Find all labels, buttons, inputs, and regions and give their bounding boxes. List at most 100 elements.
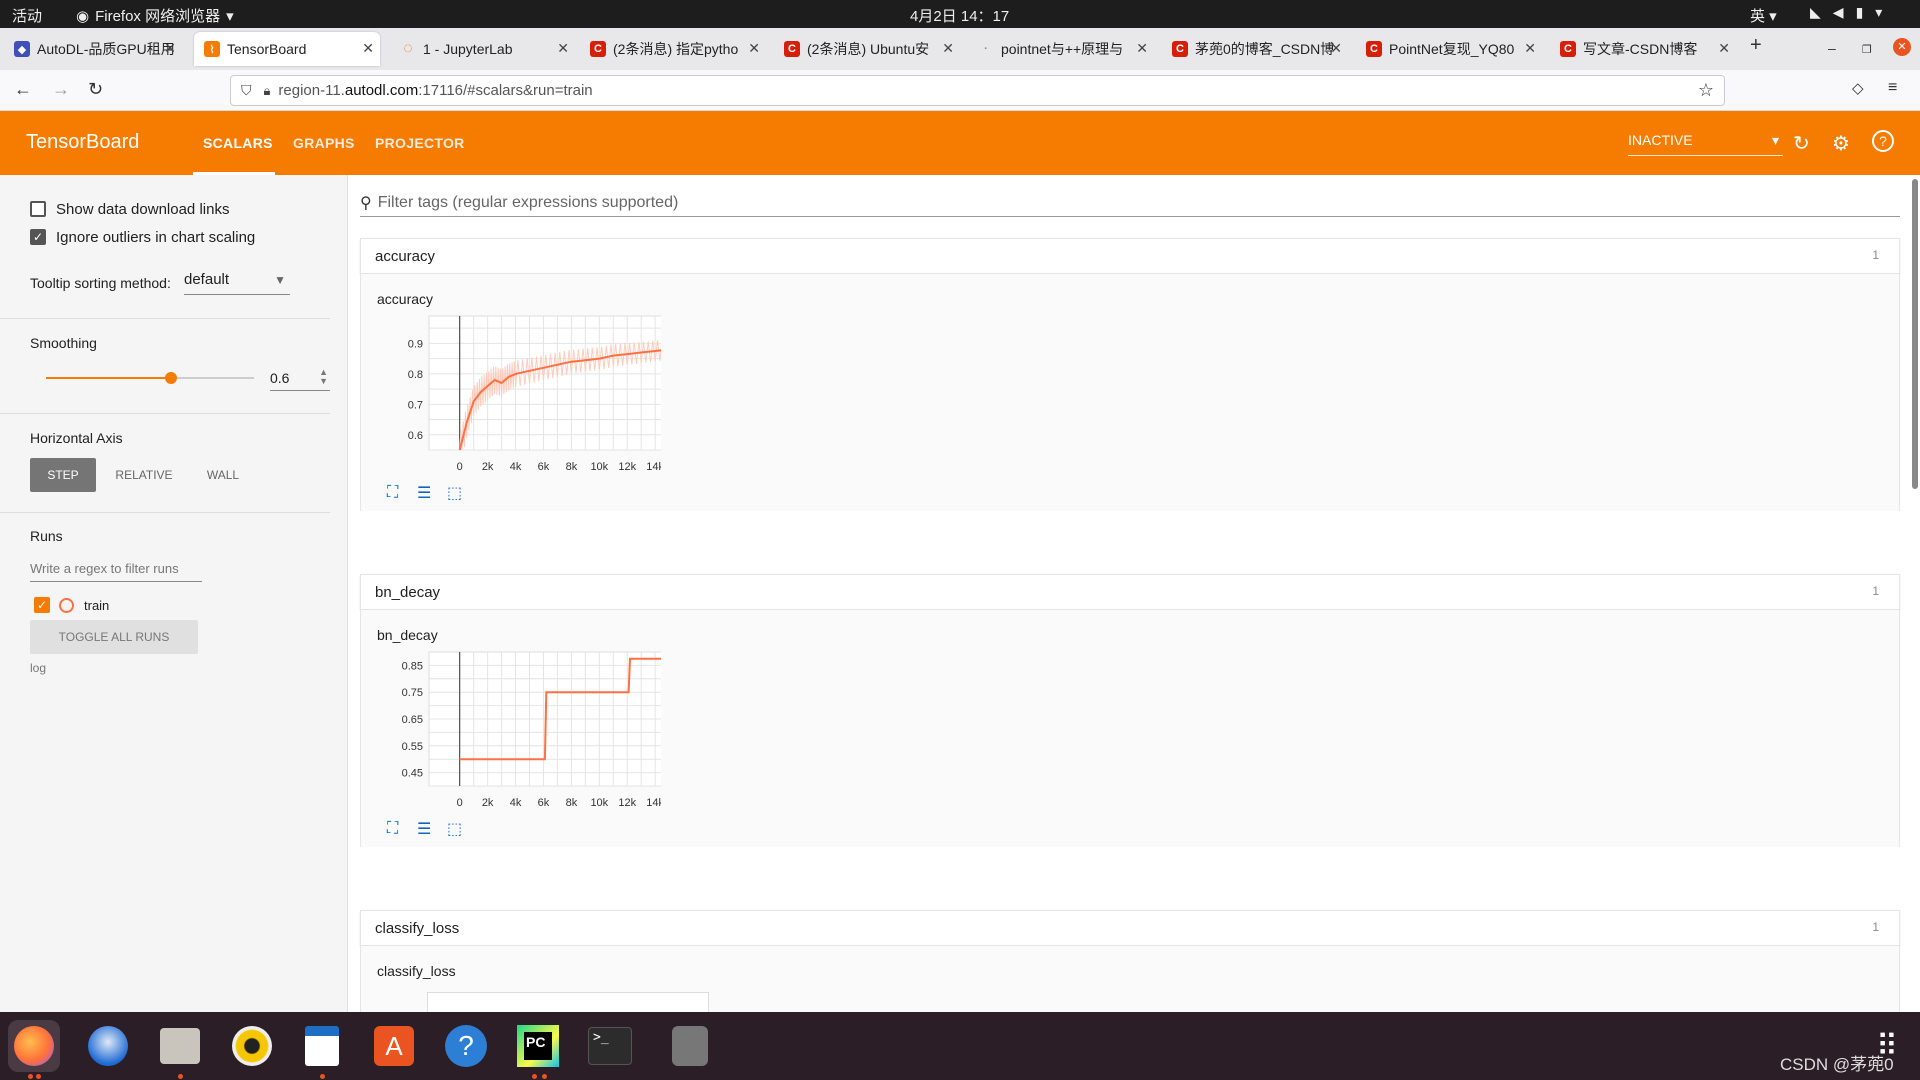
activities-button[interactable]: 活动 bbox=[12, 5, 42, 26]
help-icon[interactable]: ? bbox=[1872, 130, 1894, 152]
thunderbird-icon[interactable] bbox=[82, 1020, 134, 1072]
axis-wall-button[interactable]: WALL bbox=[190, 458, 256, 492]
gear-icon[interactable]: ⚙ bbox=[1832, 131, 1850, 156]
smoothing-slider[interactable] bbox=[46, 372, 254, 384]
window-close-button[interactable]: ✕ bbox=[1893, 38, 1911, 56]
close-icon[interactable]: ✕ bbox=[1524, 40, 1536, 57]
tab-csdn-3[interactable]: C 茅蔸0的博客_CSDN博 ✕ bbox=[1162, 32, 1348, 66]
accuracy-chart[interactable]: 02k4k6k8k10k12k14k16k0.60.70.80.9 bbox=[371, 310, 661, 480]
runs-filter-input[interactable]: Write a regex to filter runs bbox=[30, 558, 202, 582]
tab-csdn-4[interactable]: C PointNet复现_YQ80 ✕ bbox=[1356, 32, 1542, 66]
run-color-swatch[interactable] bbox=[59, 598, 74, 613]
maximize-button[interactable]: ❐ bbox=[1862, 43, 1872, 56]
smoothing-input[interactable]: 0.6 ▲ ▼ bbox=[270, 367, 330, 391]
close-icon[interactable]: ✕ bbox=[557, 40, 569, 57]
run-train-checkbox[interactable]: ✓ bbox=[34, 597, 50, 613]
bookmark-star-icon[interactable]: ☆ bbox=[1698, 80, 1714, 101]
category-header-classify-loss[interactable]: classify_loss 1 bbox=[360, 910, 1900, 946]
classify-loss-chart[interactable] bbox=[427, 992, 709, 1012]
tab-scalars[interactable]: SCALARS bbox=[203, 135, 273, 151]
scrollbar[interactable] bbox=[1912, 179, 1918, 489]
files-icon[interactable] bbox=[154, 1020, 206, 1072]
category-count: 1 bbox=[1872, 920, 1879, 934]
jupyter-icon: ◌ bbox=[403, 40, 413, 57]
axis-step-button[interactable]: STEP bbox=[30, 458, 96, 492]
show-download-checkbox[interactable] bbox=[30, 201, 46, 217]
firefox-icon[interactable] bbox=[8, 1020, 60, 1072]
running-indicator bbox=[320, 1074, 325, 1079]
toggle-log-icon[interactable]: ☰ bbox=[417, 483, 431, 503]
bn-decay-chart[interactable]: 02k4k6k8k10k12k14k16k0.450.550.650.750.8… bbox=[371, 646, 661, 816]
rhythmbox-icon[interactable] bbox=[226, 1020, 278, 1072]
forward-icon[interactable]: → bbox=[52, 79, 70, 100]
fullscreen-icon[interactable]: ⛶ bbox=[387, 820, 398, 838]
reload-icon[interactable]: ↻ bbox=[88, 79, 103, 100]
close-icon[interactable]: ✕ bbox=[1330, 40, 1342, 57]
tooltip-sorting-select[interactable]: default ▼ bbox=[184, 271, 290, 295]
divider bbox=[0, 512, 330, 513]
menu-icon[interactable]: ≡ bbox=[1888, 79, 1897, 97]
running-indicator bbox=[28, 1074, 33, 1079]
y-tick-label: 0.45 bbox=[402, 768, 423, 780]
chevron-down-icon: ▾ bbox=[226, 7, 234, 25]
url-bar[interactable]: ⛉ 🔒︎ region-11.autodl.com:17116/#scalars… bbox=[230, 75, 1725, 106]
smoothing-slider-fill bbox=[46, 377, 171, 379]
fullscreen-icon[interactable]: ⛶ bbox=[387, 484, 398, 502]
tab-jupyterlab[interactable]: ◌ 1 - JupyterLab ✕ bbox=[390, 32, 575, 66]
tab-pointnet[interactable]: · pointnet与++原理与 ✕ bbox=[968, 32, 1154, 66]
tab-label: pointnet与++原理与 bbox=[1001, 41, 1124, 57]
help-icon[interactable]: ? bbox=[440, 1020, 492, 1072]
clock[interactable]: 4月2日 14：17 bbox=[910, 5, 1009, 26]
tooltip-sorting-value: default bbox=[184, 271, 230, 288]
battery-icon: ▮ bbox=[1855, 4, 1864, 20]
system-tray[interactable]: ◣ ◀ ▮ ▾ bbox=[1810, 4, 1882, 21]
software-center-icon[interactable]: A bbox=[368, 1020, 420, 1072]
smoothing-slider-knob[interactable] bbox=[164, 372, 177, 384]
tab-graphs[interactable]: GRAPHS bbox=[293, 135, 355, 151]
refresh-icon[interactable]: ↻ bbox=[1793, 131, 1810, 156]
tab-csdn-1[interactable]: C (2条消息) 指定pytho ✕ bbox=[580, 32, 766, 66]
category-header-bn-decay[interactable]: bn_decay 1 bbox=[360, 574, 1900, 610]
tab-projector[interactable]: PROJECTOR bbox=[375, 135, 465, 151]
tab-autodl[interactable]: ◆ AutoDL-品质GPU租用 ✕ bbox=[4, 32, 182, 66]
minimize-button[interactable]: – bbox=[1828, 40, 1836, 56]
category-header-accuracy[interactable]: accuracy 1 bbox=[360, 238, 1900, 274]
toggle-log-icon[interactable]: ☰ bbox=[417, 819, 431, 839]
running-indicator bbox=[178, 1074, 183, 1079]
ignore-outliers-checkbox[interactable]: ✓ bbox=[30, 229, 46, 245]
inactive-plugins-dropdown[interactable]: INACTIVE ▾ bbox=[1628, 132, 1783, 156]
csdn-icon: C bbox=[1366, 41, 1382, 57]
browser-nav-bar: ← → ↻ ⛉ 🔒︎ region-11.autodl.com:17116/#s… bbox=[0, 70, 1920, 111]
tag-filter-input[interactable]: ⚲ Filter tags (regular expressions suppo… bbox=[360, 189, 1900, 217]
toggle-all-runs-button[interactable]: TOGGLE ALL RUNS bbox=[30, 620, 198, 654]
terminal-icon[interactable]: >_ bbox=[584, 1020, 636, 1072]
tab-tensorboard[interactable]: ⌇ TensorBoard ✕ bbox=[194, 32, 380, 66]
new-tab-button[interactable]: + bbox=[1750, 34, 1762, 57]
firefox-icon: ◉ bbox=[76, 7, 90, 25]
close-icon[interactable]: ✕ bbox=[1718, 40, 1730, 57]
tab-csdn-5[interactable]: C 写文章-CSDN博客 ✕ bbox=[1550, 32, 1736, 66]
close-icon[interactable]: ✕ bbox=[164, 40, 176, 57]
disc-icon[interactable] bbox=[664, 1020, 716, 1072]
x-tick-label: 12k bbox=[618, 797, 636, 809]
back-icon[interactable]: ← bbox=[14, 79, 32, 100]
chevron-down-icon: ▾ bbox=[1875, 4, 1883, 20]
pycharm-icon[interactable]: PC bbox=[512, 1020, 564, 1072]
axis-relative-button[interactable]: RELATIVE bbox=[104, 458, 184, 492]
category-name: classify_loss bbox=[375, 920, 460, 937]
fit-domain-icon[interactable]: ⬚ bbox=[447, 819, 462, 839]
stepper-icon[interactable]: ▲ ▼ bbox=[319, 368, 328, 386]
close-icon[interactable]: ✕ bbox=[362, 40, 374, 57]
libreoffice-writer-icon[interactable] bbox=[296, 1020, 348, 1072]
tab-csdn-2[interactable]: C (2条消息) Ubuntu安 ✕ bbox=[774, 32, 960, 66]
input-method-indicator[interactable]: 英 ▾ bbox=[1750, 5, 1777, 26]
app-menu[interactable]: ◉ Firefox 网络浏览器 ▾ bbox=[76, 5, 234, 26]
close-icon[interactable]: ✕ bbox=[942, 40, 954, 57]
close-icon[interactable]: ✕ bbox=[748, 40, 760, 57]
shield-icon: ⛉ bbox=[241, 82, 252, 98]
close-icon[interactable]: ✕ bbox=[1136, 40, 1148, 57]
y-tick-label: 0.6 bbox=[408, 430, 423, 442]
pocket-icon[interactable]: ◇ bbox=[1852, 79, 1864, 97]
fit-domain-icon[interactable]: ⬚ bbox=[447, 483, 462, 503]
x-tick-label: 6k bbox=[538, 461, 550, 473]
